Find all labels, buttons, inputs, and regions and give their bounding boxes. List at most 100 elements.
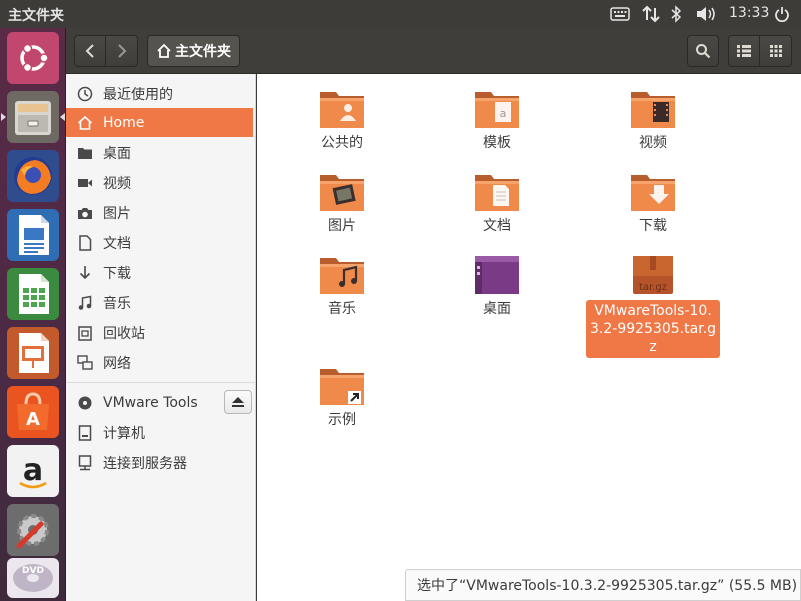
file-label: 桌面 [483, 301, 511, 317]
svg-text:DVD: DVD [22, 566, 44, 576]
file-item-desktop[interactable]: 桌面 [437, 254, 557, 318]
sidebar-item-label: 最近使用的 [103, 86, 173, 103]
archive-icon: tar.gz [633, 256, 673, 294]
sidebar-item-label: 音乐 [103, 295, 131, 312]
sidebar-item-label: 计算机 [103, 425, 145, 442]
ubuntu-software-icon[interactable]: A [7, 386, 59, 438]
document-icon [76, 234, 94, 252]
sidebar-item-label: 桌面 [103, 145, 131, 162]
clock-icon [76, 85, 94, 103]
chevron-right-icon [117, 44, 126, 58]
firefox-icon[interactable] [7, 150, 59, 202]
sidebar-item-vmware-tools[interactable]: VMware Tools [66, 388, 216, 417]
power-icon[interactable] [772, 3, 792, 25]
examples-folder-icon [320, 369, 364, 405]
sidebar-item-desktop[interactable]: 桌面 [66, 138, 256, 167]
sidebar-item-music[interactable]: 音乐 [66, 288, 256, 317]
svg-text:A: A [26, 409, 40, 430]
bluetooth-icon[interactable] [668, 3, 684, 25]
sidebar-item-label: VMware Tools [103, 394, 198, 411]
disc-icon [76, 394, 94, 412]
chevron-left-icon [85, 44, 94, 58]
search-button[interactable] [687, 35, 719, 67]
search-icon [696, 44, 711, 59]
drive-icon [76, 424, 94, 442]
eject-icon [232, 397, 244, 407]
file-item-examples[interactable]: 示例 [282, 365, 402, 429]
path-label: 主文件夹 [175, 44, 231, 60]
libreoffice-calc-icon[interactable] [7, 268, 59, 320]
sidebar-item-trash[interactable]: 回收站 [66, 318, 256, 347]
keyboard-icon[interactable] [609, 3, 631, 25]
top-panel: 主文件夹 13:33 [0, 0, 801, 28]
templates-folder-icon: a [475, 92, 519, 128]
file-item-vmware-tools-archive[interactable]: tar.gz VMwareTools-10.3.2-9925305.tar.gz [585, 254, 721, 358]
launcher: A a DVD [0, 28, 66, 601]
desktop-folder-icon [475, 256, 519, 294]
eject-button[interactable] [224, 390, 252, 414]
file-label: 公共的 [321, 135, 363, 151]
file-label: 文档 [483, 218, 511, 234]
ubuntu-dash-icon[interactable] [7, 32, 59, 84]
sidebar-item-recent[interactable]: 最近使用的 [66, 79, 256, 108]
pictures-folder-icon [320, 175, 364, 211]
file-label: 视频 [639, 135, 667, 151]
files-icon[interactable] [7, 91, 59, 143]
sidebar-item-label: 图片 [103, 205, 131, 222]
sidebar-item-label: 回收站 [103, 325, 145, 342]
downloads-folder-icon [631, 175, 675, 211]
dvd-icon[interactable]: DVD [7, 558, 59, 598]
libreoffice-impress-icon[interactable] [7, 327, 59, 379]
system-settings-icon[interactable] [7, 504, 59, 556]
sidebar-item-network[interactable]: 网络 [66, 348, 256, 377]
sidebar-item-label: 下载 [103, 265, 131, 282]
sidebar-item-label: 视频 [103, 175, 131, 192]
music-folder-icon [320, 258, 364, 294]
sidebar-item-connect-server[interactable]: 连接到服务器 [66, 448, 256, 477]
file-item-documents[interactable]: 文档 [437, 171, 557, 235]
sidebar: 最近使用的 Home 桌面 视频 图片 文档 下载 音乐 回收站 网络 VMwa… [66, 74, 256, 601]
file-item-music[interactable]: 音乐 [282, 254, 402, 318]
file-label: 示例 [328, 412, 356, 428]
music-icon [76, 294, 94, 312]
focused-indicator [60, 113, 65, 121]
svg-text:a: a [500, 107, 507, 120]
file-label: 下载 [639, 218, 667, 234]
folder-icon [76, 144, 94, 162]
path-bar-home[interactable]: 主文件夹 [147, 35, 240, 67]
sidebar-item-downloads[interactable]: 下载 [66, 258, 256, 287]
volume-icon[interactable] [694, 3, 718, 25]
list-view-button[interactable] [729, 36, 760, 66]
file-item-downloads[interactable]: 下载 [593, 171, 713, 235]
file-item-templates[interactable]: a 模板 [437, 88, 557, 152]
sidebar-item-pictures[interactable]: 图片 [66, 198, 256, 227]
sidebar-item-documents[interactable]: 文档 [66, 228, 256, 257]
sidebar-item-computer[interactable]: 计算机 [66, 418, 256, 447]
file-label: VMwareTools-10.3.2-9925305.tar.gz [586, 300, 720, 358]
clock[interactable]: 13:33 [729, 5, 769, 21]
status-bar: 选中了“VMwareTools-10.3.2-9925305.tar.gz” (… [405, 569, 801, 601]
server-icon [76, 454, 94, 472]
file-label: 音乐 [328, 301, 356, 317]
sidebar-item-videos[interactable]: 视频 [66, 168, 256, 197]
menu-button[interactable] [760, 36, 791, 66]
file-item-pictures[interactable]: 图片 [282, 171, 402, 235]
svg-text:a: a [23, 453, 43, 488]
videos-folder-icon [631, 92, 675, 128]
file-view[interactable]: 公共的 a 模板 视频 图片 文档 下载 音乐 桌面 tar.gz VMware… [257, 74, 801, 601]
list-view-icon [737, 45, 751, 57]
view-toggle [728, 35, 792, 67]
home-icon [76, 114, 94, 132]
network-icon[interactable] [641, 3, 661, 25]
sidebar-item-home[interactable]: Home [66, 108, 253, 137]
amazon-icon[interactable]: a [7, 445, 59, 497]
sidebar-separator [66, 382, 256, 383]
download-icon [76, 264, 94, 282]
file-item-videos[interactable]: 视频 [593, 88, 713, 152]
file-item-public[interactable]: 公共的 [282, 88, 402, 152]
forward-button[interactable] [106, 36, 137, 66]
running-indicator [1, 113, 6, 121]
back-button[interactable] [75, 36, 106, 66]
libreoffice-writer-icon[interactable] [7, 209, 59, 261]
trash-icon [76, 324, 94, 342]
